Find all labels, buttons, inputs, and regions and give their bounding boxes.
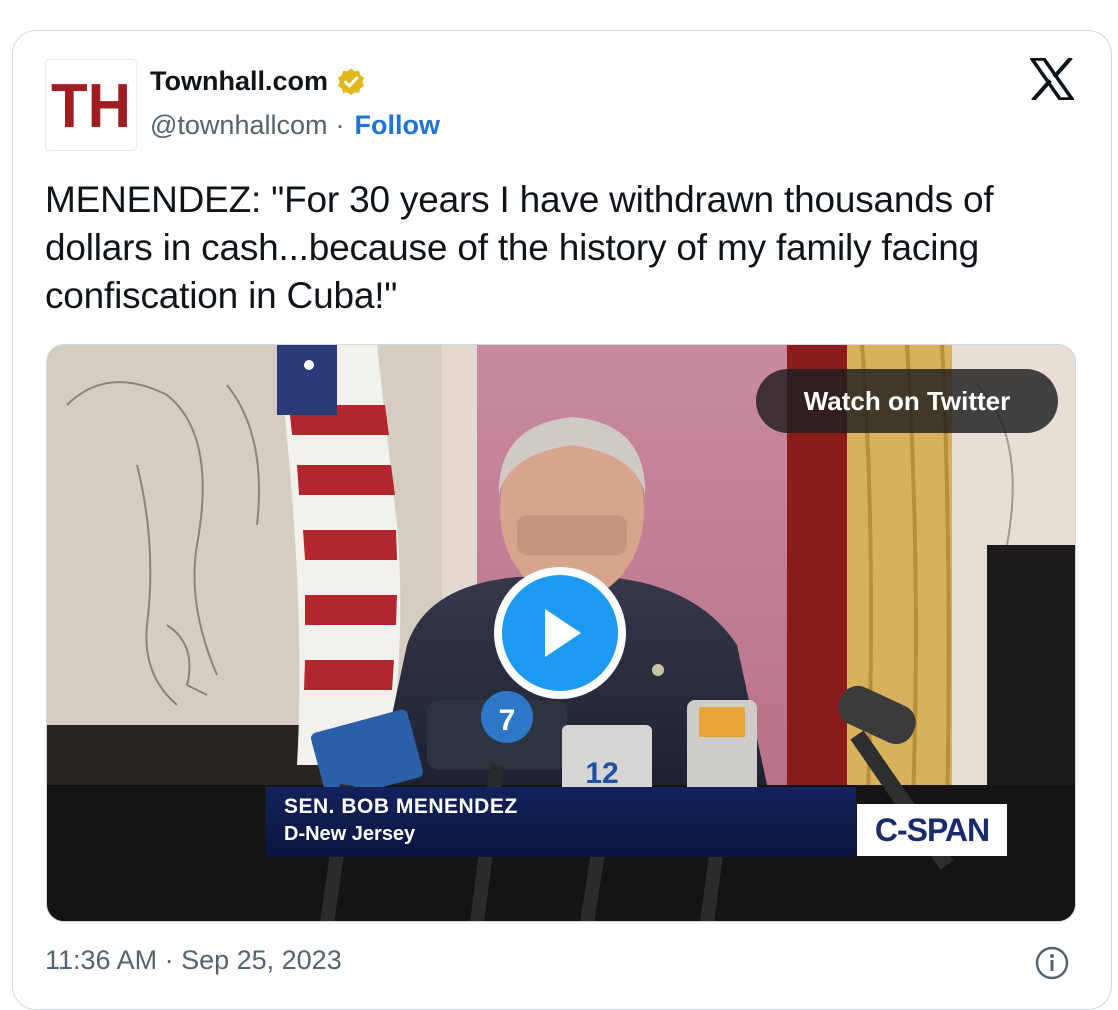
tweet-text: MENENDEZ: "For 30 years I have withdrawn… bbox=[45, 179, 994, 316]
author-name-row: Townhall.com bbox=[150, 66, 366, 97]
play-button[interactable] bbox=[494, 567, 626, 699]
watch-on-twitter-button[interactable]: Watch on Twitter bbox=[756, 369, 1058, 433]
follow-button[interactable]: Follow bbox=[354, 110, 439, 141]
info-icon[interactable] bbox=[1034, 945, 1070, 981]
x-logo-icon[interactable] bbox=[1030, 58, 1074, 100]
author-handle-row: @townhallcom · Follow bbox=[150, 110, 440, 141]
svg-text:TH: TH bbox=[51, 75, 131, 135]
townhall-logo: TH bbox=[51, 75, 131, 135]
play-icon bbox=[545, 609, 581, 657]
tweet-timestamp[interactable]: 11:36 AM · Sep 25, 2023 bbox=[45, 945, 342, 976]
author-display-name[interactable]: Townhall.com bbox=[150, 66, 328, 97]
chyron-subtitle: D-New Jersey bbox=[284, 823, 416, 845]
news12-mic-label: 12 bbox=[585, 757, 618, 790]
author-avatar[interactable]: TH bbox=[45, 59, 137, 151]
cspan-logo: C-SPAN bbox=[857, 804, 1007, 856]
author-handle[interactable]: @townhallcom bbox=[150, 110, 327, 141]
separator-dot: · bbox=[335, 110, 345, 140]
abc7-mic-label: 7 bbox=[499, 704, 516, 737]
play-button-circle bbox=[502, 575, 618, 691]
chyron-name: SEN. BOB MENENDEZ bbox=[284, 795, 518, 818]
verified-badge-icon bbox=[338, 68, 365, 95]
video-chyron: SEN. BOB MENENDEZ D-New Jersey bbox=[266, 787, 856, 857]
